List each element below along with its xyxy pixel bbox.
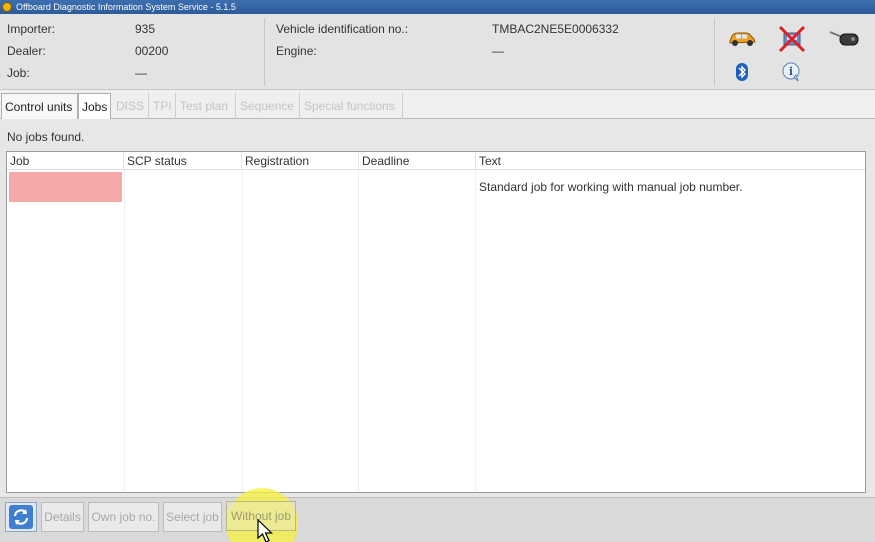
engine-value: — (492, 44, 504, 58)
select-job-button[interactable]: Select job (163, 502, 222, 532)
vin-value: TMBAC2NE5E0006332 (492, 22, 619, 36)
refresh-button[interactable] (5, 502, 37, 532)
window-title: Offboard Diagnostic Information System S… (16, 2, 236, 12)
column-header-text[interactable]: Text (476, 152, 865, 170)
dealer-value: 00200 (135, 44, 169, 58)
column-divider (242, 170, 243, 492)
title-bar: Offboard Diagnostic Information System S… (0, 0, 875, 14)
selected-job-cell[interactable] (9, 172, 122, 202)
engine-label: Engine: (276, 44, 317, 58)
vin-label: Vehicle identification no.: (276, 22, 409, 36)
vehicle-info-panel: Vehicle identification no.: TMBAC2NE5E00… (268, 18, 715, 86)
column-divider (358, 170, 359, 492)
job-value: — (135, 66, 147, 80)
tab-jobs[interactable]: Jobs (78, 93, 111, 119)
tab-control-units[interactable]: Control units (1, 93, 78, 119)
column-divider (124, 170, 125, 492)
dealer-label: Dealer: (7, 44, 46, 58)
key-icon[interactable] (828, 28, 860, 50)
jobs-status-message: No jobs found. (7, 130, 85, 144)
refresh-icon (9, 505, 33, 529)
car-icon[interactable] (727, 28, 757, 48)
tab-tpi[interactable]: TPI (150, 93, 176, 119)
importer-value: 935 (135, 22, 156, 36)
tab-bar: Control units Jobs DISS TPI Test plan Se… (0, 90, 875, 119)
job-label: Job: (7, 66, 30, 80)
column-header-job[interactable]: Job (7, 152, 124, 170)
tab-test-plan[interactable]: Test plan (177, 93, 236, 119)
column-divider (475, 170, 476, 492)
details-button[interactable]: Details (41, 502, 84, 532)
tab-special-functions[interactable]: Special functions (301, 93, 403, 119)
app-logo-icon (2, 2, 12, 12)
svg-text:i: i (789, 65, 793, 78)
tab-sequence[interactable]: Sequence (237, 93, 300, 119)
table-header: Job SCP status Registration Deadline Tex… (7, 152, 865, 170)
column-header-scp-status[interactable]: SCP status (124, 152, 242, 170)
bluetooth-icon[interactable] (735, 63, 749, 81)
jobs-panel: No jobs found. Job SCP status Registrati… (0, 119, 875, 497)
info-bar: Importer: 935 Dealer: 00200 Job: — Vehic… (0, 14, 875, 90)
dealer-info-panel: Importer: 935 Dealer: 00200 Job: — (0, 18, 265, 86)
disconnected-vehicle-icon[interactable] (777, 24, 807, 54)
tab-diss[interactable]: DISS (113, 93, 149, 119)
job-text-cell[interactable]: Standard job for working with manual job… (479, 180, 742, 194)
action-bar: Details Own job no. Select job (0, 497, 875, 542)
own-job-no-button[interactable]: Own job no. (88, 502, 159, 532)
info-icon[interactable]: i (782, 62, 802, 82)
column-header-deadline[interactable]: Deadline (359, 152, 476, 170)
jobs-table[interactable]: Job SCP status Registration Deadline Tex… (6, 151, 866, 493)
status-icons-panel: i (718, 18, 875, 86)
column-header-registration[interactable]: Registration (242, 152, 359, 170)
importer-label: Importer: (7, 22, 56, 36)
mouse-cursor-icon (257, 519, 273, 542)
